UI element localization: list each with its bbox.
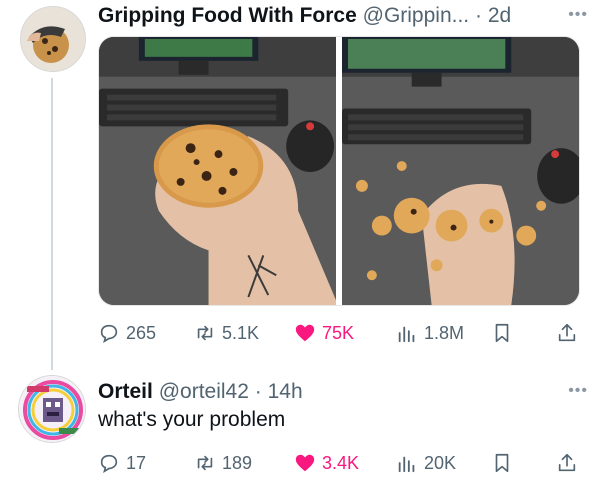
retweet-count: 189 (222, 452, 253, 473)
heart-icon (295, 324, 315, 342)
bar-chart-icon (398, 456, 415, 473)
view-count: 20K (424, 452, 457, 473)
reply-button[interactable]: 17 (98, 448, 146, 478)
tweet-timestamp[interactable]: 2d (488, 4, 511, 27)
share-button[interactable] (556, 318, 578, 348)
like-count: 75K (322, 322, 355, 343)
separator-dot: · (475, 4, 482, 27)
views-button[interactable]: 1.8M (396, 318, 464, 348)
reply-count: 265 (126, 322, 157, 343)
photo-image-2 (342, 37, 579, 305)
bookmark-icon (495, 453, 509, 473)
view-count: 1.8M (424, 322, 465, 343)
reply-count: 17 (126, 452, 147, 473)
author-name[interactable]: Gripping Food With Force (98, 4, 357, 27)
reply-button[interactable]: 265 (98, 318, 156, 348)
bookmark-button[interactable] (491, 448, 513, 478)
more-options-icon[interactable]: ••• (568, 382, 588, 400)
bookmark-icon (495, 323, 509, 343)
reply-author-name[interactable]: Orteil (98, 380, 153, 403)
like-button[interactable]: 75K (294, 318, 354, 348)
views-button[interactable]: 20K (396, 448, 456, 478)
author-avatar[interactable] (20, 6, 86, 72)
like-button[interactable]: 3.4K (294, 448, 359, 478)
retweet-icon (197, 455, 213, 471)
reply-author-avatar[interactable] (18, 375, 86, 443)
more-options-icon[interactable]: ••• (568, 6, 588, 24)
bookmark-button[interactable] (491, 318, 513, 348)
separator-dot: · (254, 380, 262, 403)
heart-icon (295, 454, 315, 472)
reply-text: what's your problem (98, 408, 286, 431)
share-icon (558, 323, 576, 342)
bar-chart-icon (398, 326, 415, 343)
tweet-header: Gripping Food With Force @Grippin... · 2… (98, 4, 593, 34)
reply-author-handle[interactable]: @orteil42 (159, 380, 249, 403)
like-count: 3.4K (322, 452, 360, 473)
retweet-button[interactable]: 189 (194, 448, 252, 478)
reply-timestamp[interactable]: 14h (268, 380, 303, 403)
reply-actions: 17 189 3.4K 20K (98, 448, 580, 478)
share-button[interactable] (556, 448, 578, 478)
retweet-button[interactable]: 5.1K (194, 318, 259, 348)
avatar-image (21, 7, 85, 71)
photo-cookie-crushed[interactable] (342, 37, 579, 305)
author-handle[interactable]: @Grippin... (363, 4, 470, 27)
speech-bubble-icon (100, 454, 118, 473)
photo-cookie-held[interactable] (99, 37, 336, 305)
retweet-icon (197, 325, 213, 341)
tweet-media[interactable] (98, 36, 580, 306)
photo-image-1 (99, 37, 336, 305)
speech-bubble-icon (100, 324, 118, 343)
reply-header: Orteil @orteil42 · 14h (98, 380, 303, 404)
retweet-count: 5.1K (222, 322, 260, 343)
avatar-image-2 (19, 376, 85, 442)
share-icon (558, 453, 576, 472)
thread-line (51, 78, 53, 370)
tweet-actions: 265 5.1K 75K 1.8M (98, 318, 580, 348)
